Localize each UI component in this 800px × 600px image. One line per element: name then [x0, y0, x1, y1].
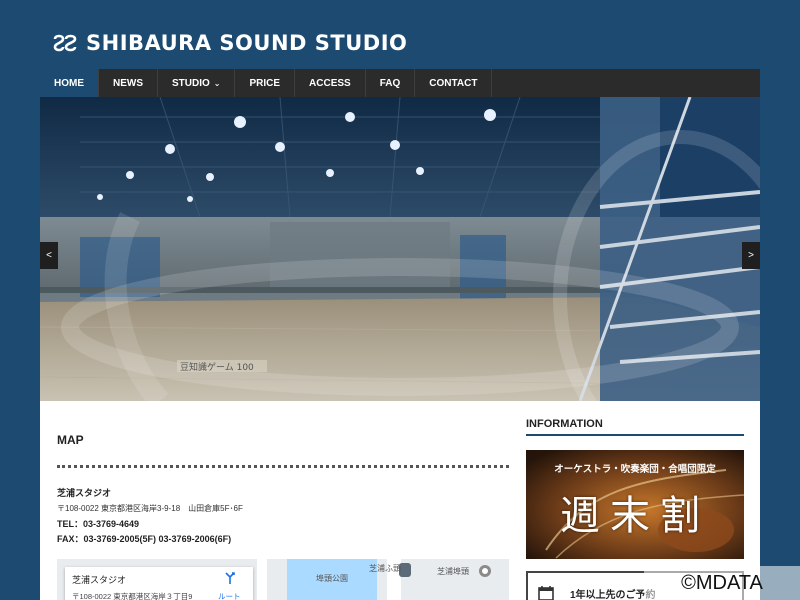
nav-faq[interactable]: FAQ [366, 69, 416, 97]
slider-next-icon: > [748, 250, 754, 261]
nav-news-label: NEWS [113, 77, 143, 89]
nav-studio-label: STUDIO [172, 77, 210, 89]
map-label-pier: 芝浦埠頭 [437, 567, 469, 576]
main-nav: HOME NEWS STUDIO ⌄ PRICE ACCESS FAQ CONTA… [40, 69, 760, 97]
nav-studio[interactable]: STUDIO ⌄ [158, 69, 236, 97]
notice-text: 1年以上先のご予約 [570, 590, 656, 600]
nav-faq-label: FAQ [379, 77, 401, 89]
map-info-card: 芝浦スタジオ 〒108-0022 東京都港区海岸３丁目9 ルート [65, 567, 253, 600]
logo-mark-icon [53, 34, 77, 52]
information-rule [526, 434, 744, 436]
site-logo[interactable]: SHIBAURA SOUND STUDIO [52, 30, 407, 56]
nav-access[interactable]: ACCESS [295, 69, 366, 97]
map-label-station: 芝浦ふ頭 [369, 564, 401, 573]
map-heading: MAP [57, 433, 84, 447]
nav-access-label: ACCESS [309, 77, 351, 89]
nav-home[interactable]: HOME [40, 69, 99, 97]
slider-next-button[interactable]: > [742, 242, 760, 269]
banner-title: 週末割 [560, 493, 710, 539]
studio-name: 芝浦スタジオ [57, 488, 112, 498]
chevron-down-icon: ⌄ [213, 78, 221, 88]
map-label-park: 埠頭公園 [316, 574, 348, 583]
slider-prev-icon: < [46, 250, 52, 261]
nav-price[interactable]: PRICE [235, 69, 296, 97]
studio-fax: FAX：03-3769-2005(5F) 03-3769-2006(6F) [57, 534, 232, 544]
weekend-discount-banner[interactable]: オーケストラ・吹奏楽団・合唱団限定 週末割 [526, 450, 744, 559]
hero-slider: 豆知識ゲーム 100 [40, 97, 760, 401]
logo-text: SHIBAURA SOUND STUDIO [86, 30, 408, 55]
slider-prev-button[interactable]: < [40, 242, 58, 269]
watermark: ©MDATA [644, 566, 800, 600]
nav-price-label: PRICE [249, 77, 281, 89]
dotted-divider [57, 465, 509, 468]
google-map-embed[interactable]: 芝浦スタジオ 〒108-0022 東京都港区海岸３丁目9 ルート 埠頭公園 芝浦… [57, 559, 509, 600]
nav-home-label: HOME [54, 77, 84, 89]
floor-sign-text: 豆知識ゲーム 100 [180, 361, 254, 373]
directions-icon[interactable] [223, 571, 237, 585]
information-heading: INFORMATION [526, 418, 603, 430]
banner-subtitle: オーケストラ・吹奏楽団・合唱団限定 [554, 464, 716, 475]
nav-contact[interactable]: CONTACT [415, 69, 493, 97]
route-link[interactable]: ルート [218, 591, 241, 600]
nav-contact-label: CONTACT [429, 77, 478, 89]
map-card-name: 芝浦スタジオ [72, 575, 127, 585]
calendar-icon [538, 586, 554, 600]
studio-photo: 豆知識ゲーム 100 [40, 97, 760, 401]
map-card-address: 〒108-0022 東京都港区海岸３丁目9 [72, 592, 193, 600]
studio-address: 〒108-0022 東京都港区海岸3-9-18 山田倉庫5F･6F [57, 504, 243, 513]
nav-news[interactable]: NEWS [99, 69, 158, 97]
studio-tel: TEL：03-3769-4649 [57, 519, 140, 529]
